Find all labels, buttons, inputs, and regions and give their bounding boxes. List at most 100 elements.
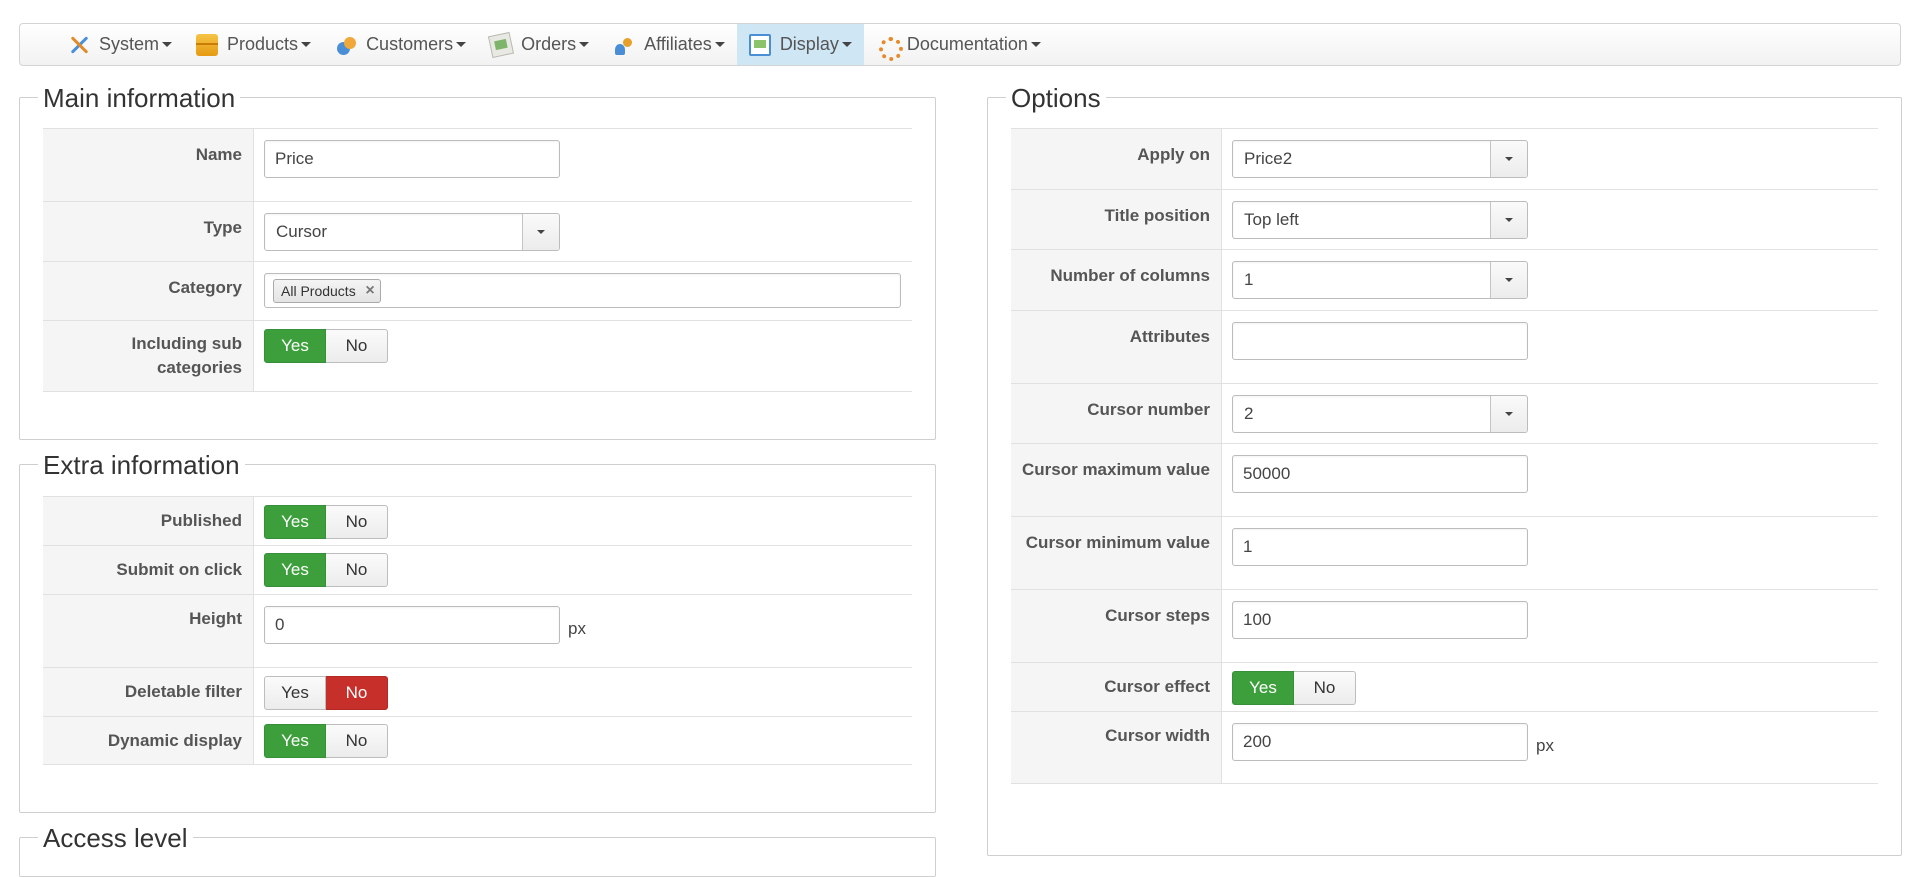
- users-icon: [335, 34, 357, 56]
- tools-icon: [68, 34, 90, 56]
- number-of-columns-select[interactable]: 1: [1232, 261, 1528, 299]
- nav-display-label: Display: [779, 34, 839, 54]
- subcat-yes-button[interactable]: Yes: [264, 329, 326, 363]
- caret-down-icon: [714, 42, 725, 47]
- published-yes-button[interactable]: Yes: [264, 505, 326, 539]
- cursor-width-label: Cursor width: [1011, 712, 1222, 783]
- extra-information-legend: Extra information: [38, 451, 245, 479]
- nav-documentation-label: Documentation: [906, 34, 1028, 54]
- remove-tag-icon[interactable]: ×: [365, 280, 374, 302]
- cursor-steps-input[interactable]: 100: [1232, 601, 1528, 639]
- title-position-value: Top left: [1244, 210, 1299, 229]
- caret-down-icon: [1030, 42, 1041, 47]
- deletable-no-button[interactable]: No: [326, 676, 388, 710]
- cursor-width-input[interactable]: 200: [1232, 723, 1528, 761]
- options-legend: Options: [1006, 84, 1106, 112]
- nav-customers[interactable]: Customers: [323, 24, 478, 65]
- lifebuoy-icon: [876, 34, 903, 61]
- attributes-input[interactable]: [1232, 322, 1528, 360]
- category-label: Category: [43, 262, 254, 320]
- caret-down-icon: [162, 42, 173, 47]
- type-select[interactable]: Cursor: [264, 213, 560, 251]
- subcat-toggle: Yes No: [264, 329, 388, 363]
- published-no-button[interactable]: No: [326, 505, 388, 539]
- orders-icon: [488, 31, 515, 58]
- nav-orders-label: Orders: [521, 34, 577, 54]
- submit-on-click-label: Submit on click: [43, 546, 254, 594]
- subcat-label: Including sub categories: [43, 321, 254, 391]
- chevron-down-icon[interactable]: [1490, 202, 1527, 238]
- title-position-select[interactable]: Top left: [1232, 201, 1528, 239]
- published-label: Published: [43, 497, 254, 545]
- caret-down-icon: [301, 42, 312, 47]
- apply-on-label: Apply on: [1011, 129, 1222, 189]
- chevron-down-icon[interactable]: [1490, 141, 1527, 177]
- chevron-down-icon[interactable]: [1490, 396, 1527, 432]
- cursor-effect-toggle: Yes No: [1232, 671, 1356, 705]
- submit-no-button[interactable]: No: [326, 553, 388, 587]
- deletable-yes-button[interactable]: Yes: [264, 676, 326, 710]
- cursor-minimum-label: Cursor minimum value: [1011, 517, 1222, 589]
- type-select-value: Cursor: [276, 222, 328, 241]
- number-of-columns-label: Number of columns: [1011, 250, 1222, 310]
- caret-down-icon: [841, 42, 852, 47]
- deletable-filter-label: Deletable filter: [43, 668, 254, 716]
- access-level-panel: Access level: [19, 824, 936, 877]
- cursor-number-value: 2: [1244, 404, 1254, 423]
- apply-on-value: Price2: [1244, 149, 1293, 168]
- affiliates-icon: [613, 34, 635, 56]
- cursor-steps-label: Cursor steps: [1011, 590, 1222, 662]
- cursor-minimum-input[interactable]: 1: [1232, 528, 1528, 566]
- options-panel: Options Apply on Price2 Title position T…: [987, 84, 1902, 856]
- name-label: Name: [43, 129, 254, 201]
- nav-system[interactable]: System: [56, 24, 184, 65]
- dynamic-yes-button[interactable]: Yes: [264, 724, 326, 758]
- top-navbar: System Products Customers Orders Affilia…: [19, 23, 1901, 66]
- cursor-number-select[interactable]: 2: [1232, 395, 1528, 433]
- nav-products-label: Products: [227, 34, 299, 54]
- box-icon: [196, 33, 219, 56]
- height-label: Height: [43, 595, 254, 667]
- nav-documentation[interactable]: Documentation: [864, 24, 1053, 65]
- height-unit: px: [568, 619, 586, 638]
- cursor-effect-yes-button[interactable]: Yes: [1232, 671, 1294, 705]
- extra-information-panel: Extra information Published Yes No Submi…: [19, 451, 936, 813]
- published-toggle: Yes No: [264, 505, 388, 539]
- main-information-panel: Main information Name Price Type Cursor …: [19, 84, 936, 440]
- deletable-filter-toggle: Yes No: [264, 676, 388, 710]
- dynamic-display-label: Dynamic display: [43, 717, 254, 764]
- title-position-label: Title position: [1011, 190, 1222, 249]
- cursor-maximum-input[interactable]: 50000: [1232, 455, 1528, 493]
- category-tag-label: All Products: [281, 283, 356, 299]
- cursor-effect-label: Cursor effect: [1011, 663, 1222, 711]
- cursor-maximum-label: Cursor maximum value: [1011, 444, 1222, 516]
- submit-yes-button[interactable]: Yes: [264, 553, 326, 587]
- cursor-number-label: Cursor number: [1011, 384, 1222, 443]
- cursor-effect-no-button[interactable]: No: [1294, 671, 1356, 705]
- display-icon: [748, 33, 771, 56]
- chevron-down-icon[interactable]: [1490, 262, 1527, 298]
- nav-orders[interactable]: Orders: [478, 24, 601, 65]
- subcat-no-button[interactable]: No: [326, 329, 388, 363]
- nav-affiliates[interactable]: Affiliates: [601, 24, 737, 65]
- apply-on-select[interactable]: Price2: [1232, 140, 1528, 178]
- attributes-label: Attributes: [1011, 311, 1222, 383]
- cursor-width-unit: px: [1536, 736, 1554, 755]
- category-tag: All Products ×: [273, 279, 381, 303]
- caret-down-icon: [579, 42, 590, 47]
- category-input[interactable]: All Products ×: [264, 273, 901, 308]
- height-input[interactable]: 0: [264, 606, 560, 644]
- chevron-down-icon[interactable]: [522, 214, 559, 250]
- number-of-columns-value: 1: [1244, 270, 1254, 289]
- main-information-legend: Main information: [38, 84, 241, 112]
- nav-affiliates-label: Affiliates: [644, 34, 712, 54]
- submit-on-click-toggle: Yes No: [264, 553, 388, 587]
- name-input[interactable]: Price: [264, 140, 560, 178]
- nav-customers-label: Customers: [366, 34, 454, 54]
- nav-system-label: System: [99, 34, 160, 54]
- dynamic-display-toggle: Yes No: [264, 724, 388, 758]
- type-label: Type: [43, 202, 254, 261]
- nav-display[interactable]: Display: [736, 24, 864, 65]
- nav-products[interactable]: Products: [184, 24, 323, 65]
- dynamic-no-button[interactable]: No: [326, 724, 388, 758]
